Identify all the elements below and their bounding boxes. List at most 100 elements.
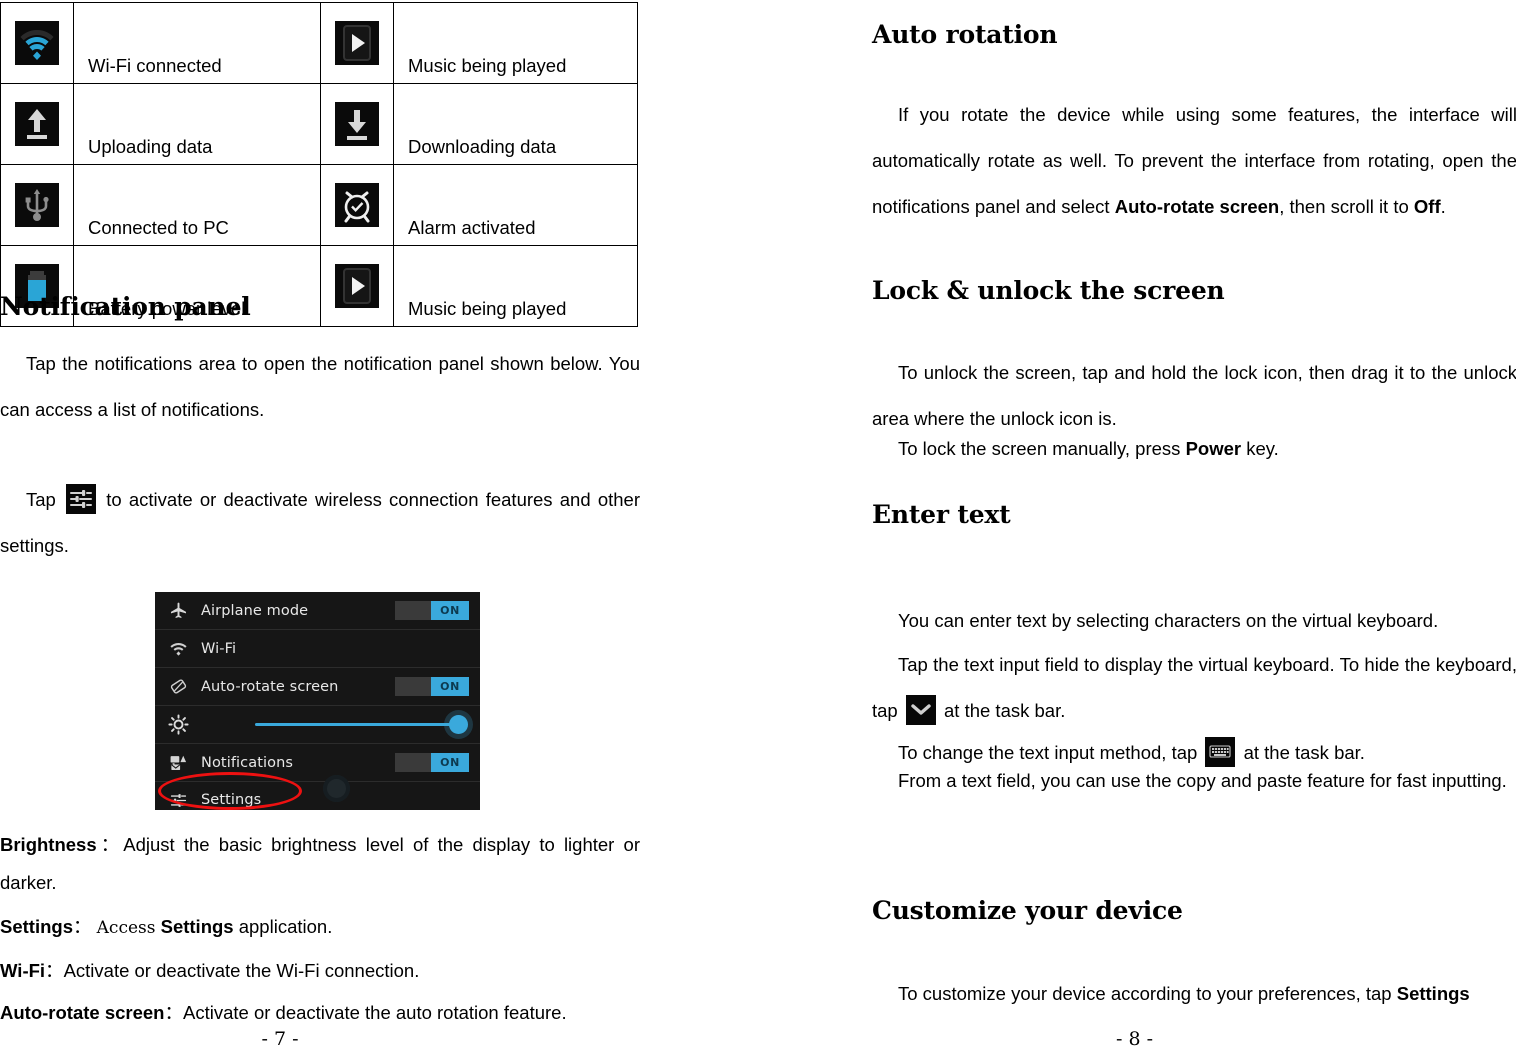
paragraph-enter-text-4: From a text field, you can use the copy … — [872, 758, 1516, 804]
status-label: Downloading data — [393, 83, 638, 165]
panel-row-label: Wi-Fi — [201, 640, 237, 657]
panel-row-airplane-mode[interactable]: Airplane mode ON — [155, 592, 480, 630]
airplane-mode-toggle[interactable]: ON — [395, 601, 469, 620]
definition-auto-rotate: Auto-rotate screen：Activate or deactivat… — [0, 994, 640, 1032]
paragraph-text-pre: To customize your device according to yo… — [898, 983, 1397, 1004]
paragraph-text: From a text field, you can use the copy … — [898, 770, 1507, 791]
icon-cell — [0, 83, 74, 165]
toggle-off-half — [395, 601, 432, 620]
brightness-icon — [155, 714, 201, 735]
page-left: Wi-Fi connected Music being played Uploa… — [0, 0, 758, 1058]
definition-desc: Activate or deactivate the auto rotation… — [183, 1002, 567, 1023]
definition-colon: ： — [72, 916, 92, 937]
status-icon-table: Wi-Fi connected Music being played Uploa… — [0, 2, 638, 327]
page-number-left: - 7 - — [261, 1028, 299, 1050]
definition-brightness: Brightness：Adjust the basic brightness l… — [0, 826, 640, 902]
brightness-slider-knob[interactable] — [449, 715, 468, 734]
page-number-right: - 8 - — [1115, 1028, 1153, 1050]
definition-colon: ： — [45, 960, 64, 981]
paragraph-customize: To customize your device according to yo… — [872, 975, 1516, 1013]
paragraph-text-post: at the task bar. — [944, 700, 1066, 721]
heading-notification-panel: Notification panel — [0, 292, 251, 321]
paragraph-text-pre: To lock the screen manually, press — [898, 438, 1186, 459]
toggle-on-half: ON — [431, 601, 469, 620]
definition-desc-bold: Settings — [160, 916, 234, 937]
toggle-off-half — [395, 753, 432, 772]
definition-colon: ： — [164, 1002, 183, 1023]
paragraph-unlock: To unlock the screen, tap and hold the l… — [872, 350, 1516, 442]
icon-cell — [0, 2, 74, 84]
paragraph-enter-text-1: You can enter text by selecting characte… — [872, 602, 1516, 640]
heading-lock-unlock: Lock & unlock the screen — [872, 276, 1225, 305]
panel-row-settings[interactable]: Settings — [155, 782, 480, 810]
icon-cell — [320, 245, 394, 327]
table-row: Wi-Fi connected Music being played — [0, 2, 638, 84]
paragraph-auto-rotation: If you rotate the device while using som… — [872, 92, 1516, 230]
definition-wifi: Wi-Fi：Activate or deactivate the Wi-Fi c… — [0, 952, 640, 990]
status-label: Music being played — [393, 2, 638, 84]
brightness-slider-track[interactable] — [255, 723, 456, 726]
table-row: Connected to PC Alarm activated — [0, 164, 638, 246]
definition-colon: ： — [96, 834, 124, 855]
toggle-off-half — [395, 677, 432, 696]
heading-auto-rotation: Auto rotation — [872, 20, 1058, 49]
wifi-icon — [155, 639, 201, 658]
status-label: Uploading data — [73, 83, 321, 165]
paragraph-text: To unlock the screen, tap and hold the l… — [872, 362, 1516, 429]
definition-term: Auto-rotate screen — [0, 1002, 165, 1023]
definition-desc: Activate or deactivate the Wi-Fi connect… — [63, 960, 420, 981]
status-label: Music being played — [393, 245, 638, 327]
toggle-on-half: ON — [431, 677, 469, 696]
paragraph-lock-manually: To lock the screen manually, press Power… — [872, 430, 1516, 468]
panel-row-notifications[interactable]: Notifications ON — [155, 744, 480, 782]
icon-cell — [320, 83, 394, 165]
panel-row-label: Notifications — [201, 754, 294, 771]
definition-term: Wi-Fi — [0, 960, 46, 981]
status-label: Wi-Fi connected — [73, 2, 321, 84]
bold-off: Off — [1413, 196, 1441, 217]
paragraph-text: You can enter text by selecting characte… — [898, 610, 1439, 631]
tap-label: Tap — [26, 489, 56, 510]
home-button-icon[interactable] — [323, 775, 350, 802]
wifi-icon — [15, 21, 59, 65]
icon-cell — [0, 164, 74, 246]
icon-cell — [320, 2, 394, 84]
play-icon — [335, 264, 379, 308]
paragraph-text: Tap the notifications area to open the n… — [0, 353, 640, 420]
status-label: Alarm activated — [393, 164, 638, 246]
paragraph-tap-settings: Tap to activate or deactivate wireless c… — [0, 477, 640, 569]
panel-row-wifi[interactable]: Wi-Fi — [155, 630, 480, 668]
notifications-toggle[interactable]: ON — [395, 753, 469, 772]
page-right: Auto rotation If you rotate the device w… — [758, 0, 1516, 1058]
paragraph-text-mid: , then scroll it to — [1279, 196, 1414, 217]
airplane-icon — [155, 601, 201, 620]
alarm-icon — [335, 183, 379, 227]
heading-enter-text: Enter text — [872, 500, 1011, 529]
heading-customize-device: Customize your device — [872, 896, 1183, 925]
panel-row-label: Auto-rotate screen — [201, 678, 339, 695]
bold-settings: Settings — [1396, 983, 1470, 1004]
play-icon — [335, 21, 379, 65]
status-label: Connected to PC — [73, 164, 321, 246]
usb-icon — [15, 183, 59, 227]
panel-row-label: Airplane mode — [201, 602, 309, 619]
definition-term: Brightness — [0, 834, 97, 855]
download-icon — [335, 102, 379, 146]
auto-rotate-toggle[interactable]: ON — [395, 677, 469, 696]
notifications-icon — [155, 753, 201, 772]
notification-panel-screenshot: Airplane mode ON Wi-Fi Auto-rotate scree… — [155, 592, 480, 810]
bold-power: Power — [1185, 438, 1242, 459]
settings-sliders-icon — [155, 791, 201, 810]
panel-row-auto-rotate[interactable]: Auto-rotate screen ON — [155, 668, 480, 706]
paragraph-notification-intro: Tap the notifications area to open the n… — [0, 341, 640, 433]
definition-desc-pre: Access — [96, 918, 156, 938]
settings-sliders-icon — [66, 484, 97, 514]
bold-auto-rotate-screen: Auto-rotate screen — [1114, 196, 1280, 217]
paragraph-text-post: key. — [1241, 438, 1279, 459]
panel-row-brightness[interactable] — [155, 706, 480, 744]
upload-icon — [15, 102, 59, 146]
definition-desc-post: application. — [238, 916, 333, 937]
table-row: Uploading data Downloading data — [0, 83, 638, 165]
paragraph-enter-text-2: Tap the text input field to display the … — [872, 642, 1516, 734]
toggle-on-half: ON — [431, 753, 469, 772]
